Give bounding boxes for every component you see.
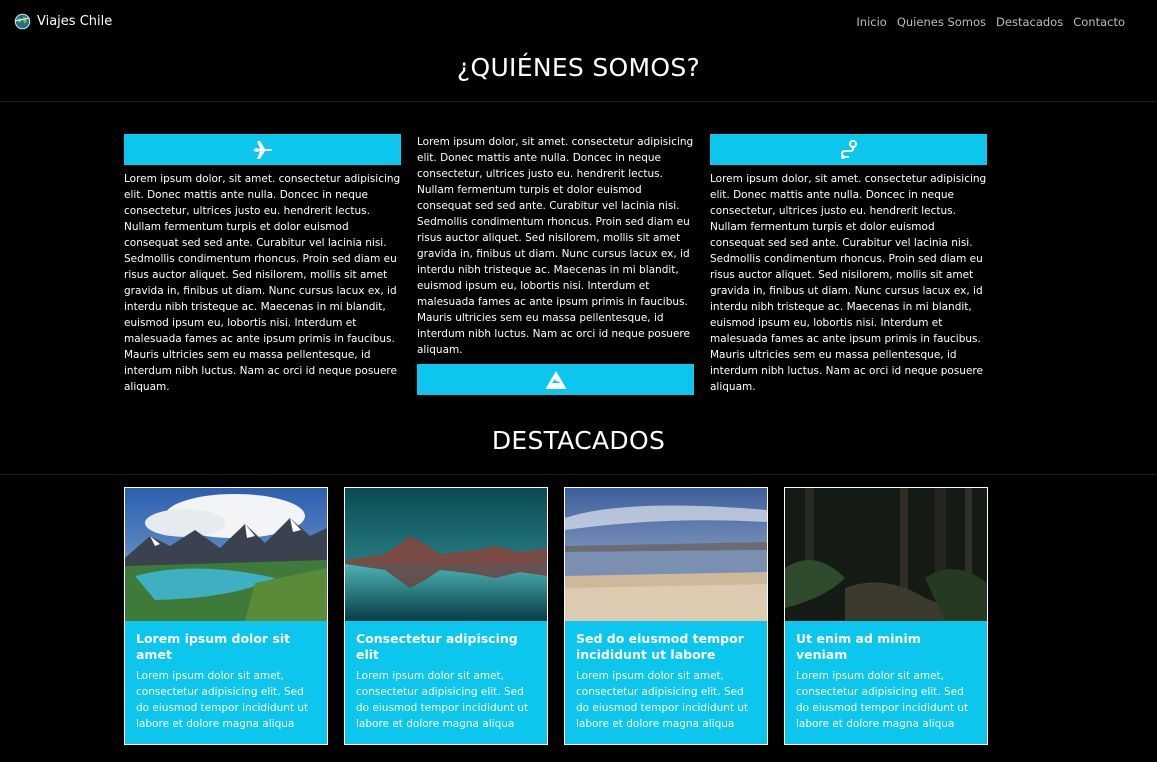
globe-logo-icon (14, 13, 31, 30)
lake-mountains-photo (125, 488, 327, 621)
card-title-3: Sed do eiusmod tempor incididunt ut labo… (576, 631, 744, 662)
about-column-3: Lorem ipsum dolor, sit amet. consectetur… (710, 134, 987, 395)
card-body-1: Lorem ipsum dolor sit amet Lorem ipsum d… (125, 621, 327, 732)
featured-card-1[interactable]: Lorem ipsum dolor sit amet Lorem ipsum d… (124, 487, 328, 745)
card-title-2: Consectetur adipiscing elit (356, 631, 518, 662)
card-text-3: Lorem ipsum dolor sit amet, consectetur … (576, 670, 749, 730)
about-column-1: Lorem ipsum dolor, sit amet. consectetur… (124, 134, 401, 395)
featured-divider (0, 474, 1157, 475)
about-icon-bar-3 (710, 134, 987, 165)
featured-card-4[interactable]: Ut enim ad minim veniam Lorem ipsum dolo… (784, 487, 988, 745)
volcano-reflection-photo (345, 488, 547, 621)
brand-name: Viajes Chile (37, 14, 113, 29)
nav-link-quienes-somos[interactable]: Quienes Somos (897, 15, 986, 29)
nav-link-inicio[interactable]: Inicio (856, 15, 886, 29)
card-body-3: Sed do eiusmod tempor incididunt ut labo… (565, 621, 767, 732)
top-navbar: Viajes Chile Inicio Quienes Somos Destac… (0, 0, 1157, 44)
card-body-2: Consectetur adipiscing elit Lorem ipsum … (345, 621, 547, 732)
nav-link-contacto[interactable]: Contacto (1073, 15, 1125, 29)
about-text-1: Lorem ipsum dolor, sit amet. consectetur… (124, 173, 401, 393)
salt-flat-lagoon-photo (565, 488, 767, 621)
about-icon-bar-1 (124, 134, 401, 165)
card-text-2: Lorem ipsum dolor sit amet, consectetur … (356, 670, 529, 730)
about-text-3: Lorem ipsum dolor, sit amet. consectetur… (710, 173, 987, 393)
about-text-2: Lorem ipsum dolor, sit amet. consectetur… (417, 136, 694, 356)
featured-card-3[interactable]: Sed do eiusmod tempor incididunt ut labo… (564, 487, 768, 745)
about-column-2: Lorem ipsum dolor, sit amet. consectetur… (417, 134, 694, 395)
card-text-1: Lorem ipsum dolor sit amet, consectetur … (136, 670, 309, 730)
airplane-icon (252, 140, 272, 159)
about-icon-bar-2 (417, 364, 694, 395)
featured-card-2[interactable]: Consectetur adipiscing elit Lorem ipsum … (344, 487, 548, 745)
mountain-icon (545, 370, 566, 389)
card-title-4: Ut enim ad minim veniam (796, 631, 921, 662)
brand-link[interactable]: Viajes Chile (14, 13, 112, 30)
nav-links: Inicio Quienes Somos Destacados Contacto (856, 15, 1125, 29)
featured-title: DESTACADOS (491, 426, 666, 455)
card-text-4: Lorem ipsum dolor sit amet, consectetur … (796, 670, 969, 730)
card-title-1: Lorem ipsum dolor sit amet (136, 631, 291, 662)
about-title: ¿QUIÉNES SOMOS? (456, 53, 701, 82)
route-icon (840, 139, 857, 159)
about-divider (0, 101, 1157, 102)
forest-path-photo (785, 488, 987, 621)
card-body-4: Ut enim ad minim veniam Lorem ipsum dolo… (785, 621, 987, 732)
nav-link-destacados[interactable]: Destacados (996, 15, 1063, 29)
